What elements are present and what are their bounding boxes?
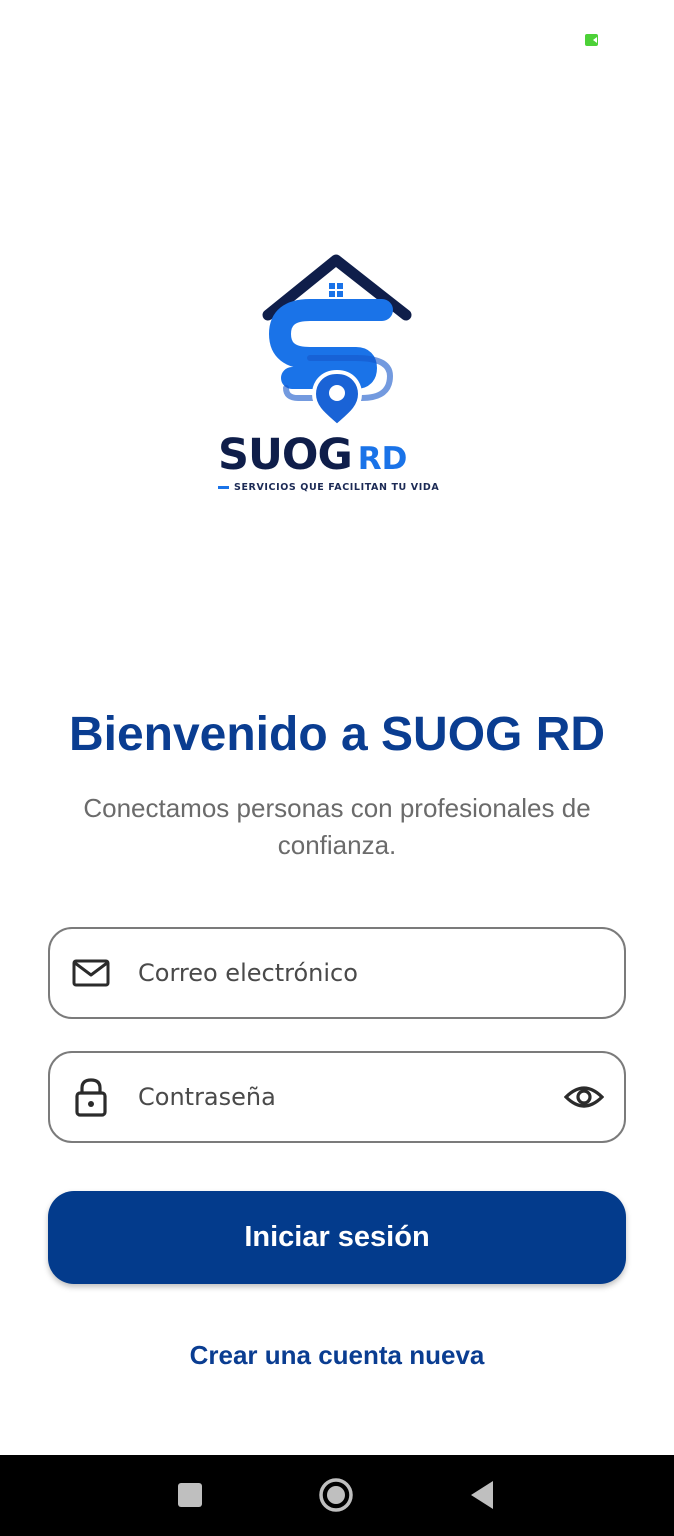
password-field[interactable] (48, 1051, 626, 1143)
tagline-dash (218, 486, 229, 489)
home-icon[interactable] (318, 1477, 354, 1513)
email-input[interactable] (138, 929, 558, 1017)
logo-wordmark: SUOG RD (218, 430, 408, 480)
login-button[interactable]: Iniciar sesión (48, 1191, 626, 1284)
system-navigation-bar (0, 1455, 674, 1536)
tagline-text: SERVICIOS QUE FACILITAN TU VIDA (234, 482, 440, 493)
back-icon[interactable] (469, 1480, 495, 1510)
eye-icon[interactable] (564, 1083, 604, 1111)
lock-icon (75, 1078, 107, 1117)
camera-indicator-icon (585, 34, 598, 46)
create-account-link[interactable]: Crear una cuenta nueva (0, 1340, 674, 1371)
mail-icon (72, 959, 110, 987)
welcome-subtitle: Conectamos personas con profesionales de… (83, 793, 591, 860)
recents-icon[interactable] (177, 1483, 203, 1507)
logo-suffix: RD (357, 441, 408, 477)
welcome-title: Bienvenido a SUOG RD (68, 708, 606, 761)
email-field[interactable] (48, 927, 626, 1019)
password-input[interactable] (138, 1053, 558, 1141)
logo-tagline: SERVICIOS QUE FACILITAN TU VIDA (218, 482, 439, 493)
login-screen: SUOG RD SERVICIOS QUE FACILITAN TU VIDA B… (0, 0, 674, 1536)
logo-word: SUOG (218, 430, 353, 480)
